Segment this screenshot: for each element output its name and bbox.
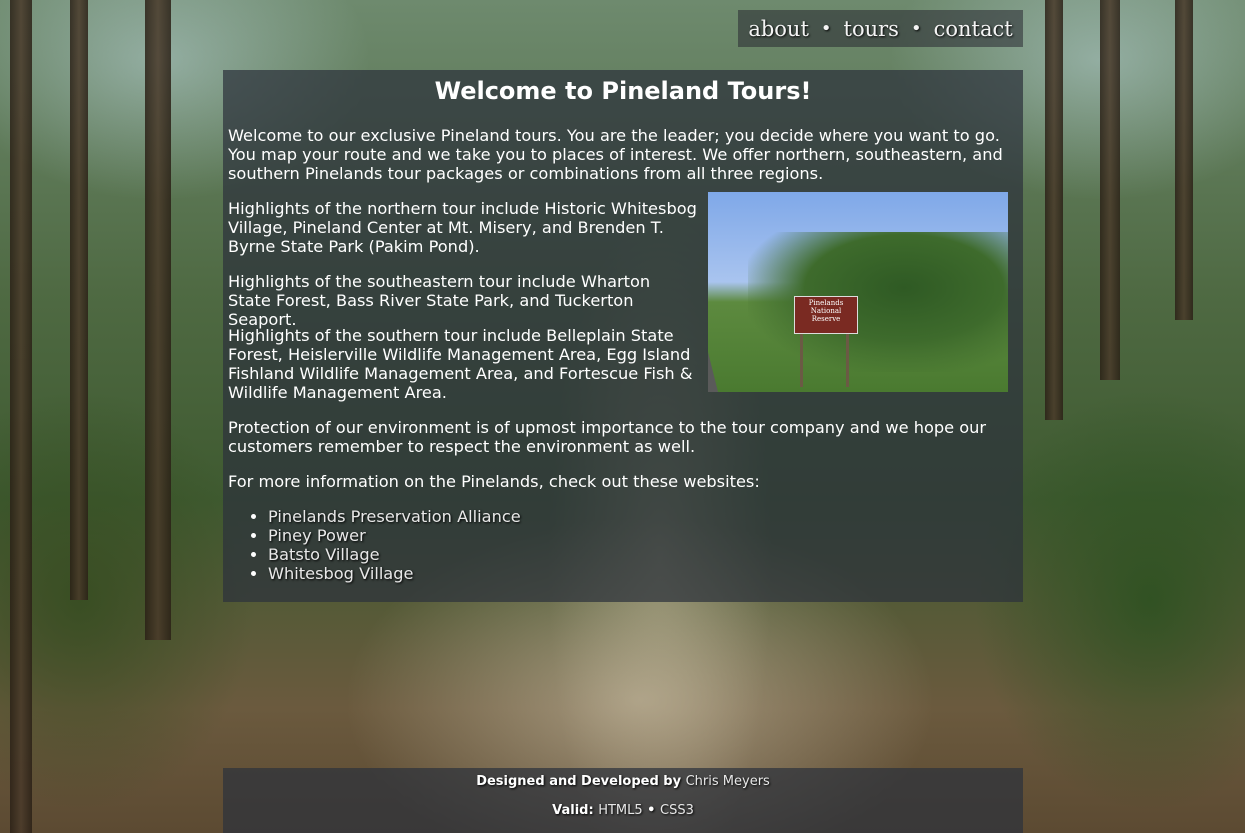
southern-tour-paragraph: Highlights of the southern tour include … bbox=[228, 326, 693, 402]
northern-tour-paragraph: Highlights of the northern tour include … bbox=[228, 199, 697, 256]
website-links-list: Pinelands Preservation Alliance Piney Po… bbox=[268, 507, 521, 583]
photo-sign: Pinelands National Reserve bbox=[794, 296, 858, 334]
footer-valid-text: Valid: bbox=[552, 803, 594, 818]
background-tree bbox=[1100, 0, 1120, 380]
footer-validation: Valid: HTML5 • CSS3 bbox=[223, 803, 1023, 818]
footer-credit: Designed and Developed by Chris Meyers bbox=[223, 774, 1023, 789]
link-pinelands-preservation-alliance[interactable]: Pinelands Preservation Alliance bbox=[268, 507, 521, 526]
footer-css3-link[interactable]: CSS3 bbox=[660, 803, 694, 818]
background-tree bbox=[1175, 0, 1193, 320]
nav-separator: • bbox=[910, 18, 922, 39]
top-nav: about • tours • contact bbox=[738, 10, 1023, 47]
footer-html5-link[interactable]: HTML5 bbox=[598, 803, 642, 818]
link-whitesbog-village[interactable]: Whitesbog Village bbox=[268, 564, 413, 583]
photo-sign-post bbox=[846, 332, 849, 387]
list-item: Piney Power bbox=[268, 526, 521, 545]
photo-sign-text: Pinelands bbox=[808, 299, 844, 307]
list-item: Whitesbog Village bbox=[268, 564, 521, 583]
link-batsto-village[interactable]: Batsto Village bbox=[268, 545, 380, 564]
southeastern-tour-paragraph: Highlights of the southeastern tour incl… bbox=[228, 272, 651, 329]
pinelands-sign-photo: Pinelands National Reserve bbox=[708, 192, 1008, 392]
list-item: Batsto Village bbox=[268, 545, 521, 564]
link-piney-power[interactable]: Piney Power bbox=[268, 526, 366, 545]
photo-sign-text: National bbox=[810, 307, 842, 315]
nav-about-link[interactable]: about bbox=[748, 17, 809, 41]
nav-tours-link[interactable]: tours bbox=[844, 17, 899, 41]
protection-paragraph: Protection of our environment is of upmo… bbox=[228, 418, 987, 456]
background-tree bbox=[145, 0, 171, 640]
nav-contact-link[interactable]: contact bbox=[934, 17, 1013, 41]
page-title: Welcome to Pineland Tours! bbox=[434, 77, 812, 105]
footer-author-link[interactable]: Chris Meyers bbox=[686, 774, 770, 789]
main-content: Welcome to Pineland Tours! Welcome to ou… bbox=[223, 70, 1023, 602]
more-info-paragraph: For more information on the Pinelands, c… bbox=[228, 472, 760, 491]
footer-designed-text: Designed and Developed by bbox=[476, 774, 682, 789]
footer-separator: • bbox=[647, 803, 656, 818]
intro-paragraph: Welcome to our exclusive Pineland tours.… bbox=[228, 126, 1003, 183]
background-tree bbox=[10, 0, 32, 833]
background-tree bbox=[70, 0, 88, 600]
background-tree bbox=[1045, 0, 1063, 420]
photo-road bbox=[708, 352, 758, 392]
list-item: Pinelands Preservation Alliance bbox=[268, 507, 521, 526]
photo-trees bbox=[748, 232, 1008, 372]
photo-sign-post bbox=[800, 332, 803, 387]
page-footer: Designed and Developed by Chris Meyers V… bbox=[223, 768, 1023, 833]
nav-separator: • bbox=[820, 18, 832, 39]
photo-sign-text: Reserve bbox=[811, 315, 841, 323]
